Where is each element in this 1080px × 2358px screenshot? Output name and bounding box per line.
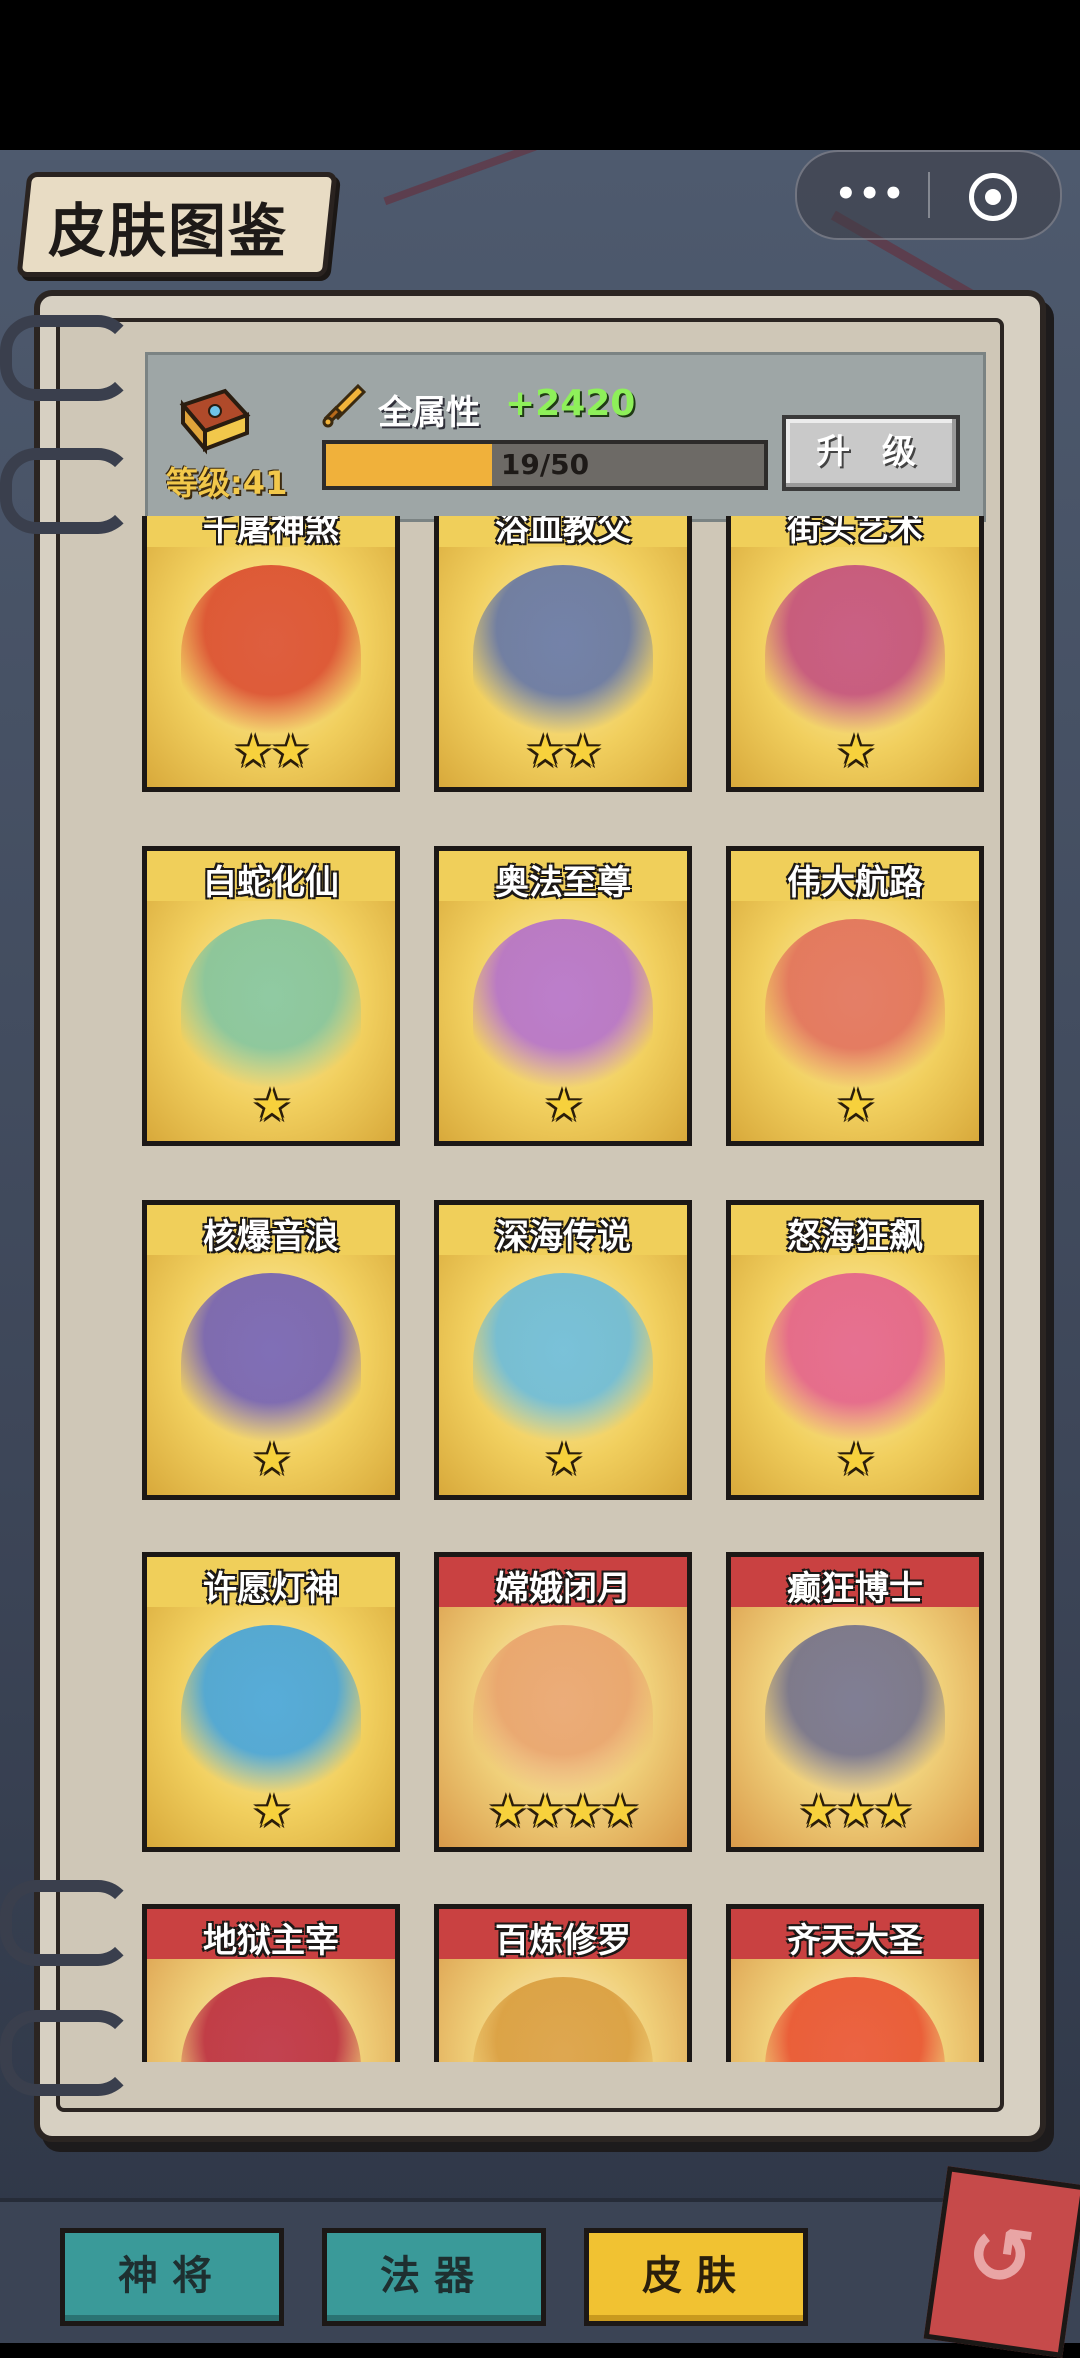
skin-card[interactable]: 街头艺术 ★ — [726, 516, 984, 792]
skin-character-art — [473, 1625, 653, 1805]
skin-name: 许愿灯神 — [203, 1569, 339, 1609]
binder-ring-icon — [0, 448, 134, 534]
more-dots-icon[interactable]: ••• — [835, 174, 906, 214]
skin-character-art — [765, 1625, 945, 1805]
star-rating-icon: ★ — [252, 1080, 291, 1131]
binder-ring-icon — [0, 315, 134, 401]
attribute-value: +2420 — [505, 383, 636, 424]
skin-character-art — [765, 565, 945, 745]
binder-ring-icon — [0, 1880, 134, 1966]
star-rating-icon: ★★ — [233, 726, 311, 777]
skin-name: 百炼修罗 — [495, 1921, 631, 1961]
skin-character-art — [181, 565, 361, 745]
skin-card[interactable]: 齐天大圣 — [726, 1904, 984, 2062]
target-close-icon[interactable] — [969, 173, 1017, 221]
skin-name: 地狱主宰 — [203, 1921, 339, 1961]
skin-name: 奥法至尊 — [495, 863, 631, 903]
attribute-label: 全属性 — [378, 393, 480, 433]
progress-text: 19/50 — [500, 448, 590, 481]
status-bar-area — [0, 0, 1080, 150]
skin-name: 街头艺术 — [787, 516, 923, 549]
skin-name: 浴血教父 — [495, 516, 631, 549]
tab-heroes[interactable]: 神将 — [60, 2228, 284, 2326]
star-rating-icon: ★ — [252, 1786, 291, 1837]
skin-character-art — [181, 1625, 361, 1805]
star-rating-icon: ★★ — [525, 726, 603, 777]
skin-character-art — [473, 919, 653, 1099]
skin-name: 白蛇化仙 — [203, 863, 339, 903]
skin-character-art — [765, 919, 945, 1099]
star-rating-icon: ★ — [836, 1080, 875, 1131]
skin-card[interactable]: 核爆音浪 ★ — [142, 1200, 400, 1500]
tab-skins[interactable]: 皮肤 — [584, 2228, 808, 2326]
skin-character-art — [473, 565, 653, 745]
skin-card[interactable]: 嫦娥闭月 ★★★★ — [434, 1552, 692, 1852]
star-rating-icon: ★ — [836, 726, 875, 777]
skin-card[interactable]: 百炼修罗 — [434, 1904, 692, 2062]
level-book-icon — [179, 388, 251, 455]
skin-character-art — [181, 1273, 361, 1453]
star-rating-icon: ★★★★ — [488, 1786, 640, 1837]
skin-card[interactable]: 浴血教父 ★★ — [434, 516, 692, 792]
skin-card[interactable]: 怒海狂飙 ★ — [726, 1200, 984, 1500]
skin-character-art — [765, 1273, 945, 1453]
level-label: 等级:41 — [166, 464, 288, 502]
star-rating-icon: ★★★ — [798, 1786, 913, 1837]
star-rating-icon: ★ — [836, 1434, 875, 1485]
page-title: 皮肤图鉴 — [48, 197, 289, 265]
skin-card[interactable]: 伟大航路 ★ — [726, 846, 984, 1146]
skin-character-art — [473, 1273, 653, 1453]
skin-name: 嫦娥闭月 — [495, 1569, 631, 1609]
binder-ring-icon — [0, 2010, 134, 2096]
skin-card[interactable]: 地狱主宰 — [142, 1904, 400, 2062]
skin-name: 怒海狂飙 — [787, 1217, 923, 1257]
skin-name: 癫狂博士 — [787, 1569, 923, 1609]
level-progress-bar: 19/50 — [322, 440, 768, 490]
skin-character-art — [181, 919, 361, 1099]
skin-name: 核爆音浪 — [203, 1217, 339, 1257]
sword-icon — [322, 383, 367, 428]
star-rating-icon: ★ — [252, 1434, 291, 1485]
skin-grid: 千屠神煞 ★★ 浴血教父 ★★ 街头艺术 ★ 白蛇化仙 ★ 奥法至尊 ★ 伟大航路 ★ 核爆音浪 ★ 深海传… — [120, 516, 1000, 2062]
miniapp-capsule: ••• — [795, 150, 1062, 240]
return-arrow-icon: ↺ — [960, 2205, 1040, 2307]
skin-card[interactable]: 深海传说 ★ — [434, 1200, 692, 1500]
skin-card[interactable]: 许愿灯神 ★ — [142, 1552, 400, 1852]
star-rating-icon: ★ — [544, 1080, 583, 1131]
return-button[interactable]: ↺ — [923, 2166, 1080, 2358]
skin-name: 齐天大圣 — [787, 1921, 923, 1961]
skin-card[interactable]: 白蛇化仙 ★ — [142, 846, 400, 1146]
skin-card[interactable]: 癫狂博士 ★★★ — [726, 1552, 984, 1852]
upgrade-button[interactable]: 升 级 — [782, 415, 960, 491]
star-rating-icon: ★ — [544, 1434, 583, 1485]
capsule-divider — [928, 172, 930, 218]
skin-card[interactable]: 奥法至尊 ★ — [434, 846, 692, 1146]
skin-card[interactable]: 千屠神煞 ★★ — [142, 516, 400, 792]
skin-name: 伟大航路 — [787, 863, 923, 903]
skin-name: 深海传说 — [495, 1217, 631, 1257]
tab-artifacts[interactable]: 法器 — [322, 2228, 546, 2326]
skin-name: 千屠神煞 — [203, 516, 339, 549]
